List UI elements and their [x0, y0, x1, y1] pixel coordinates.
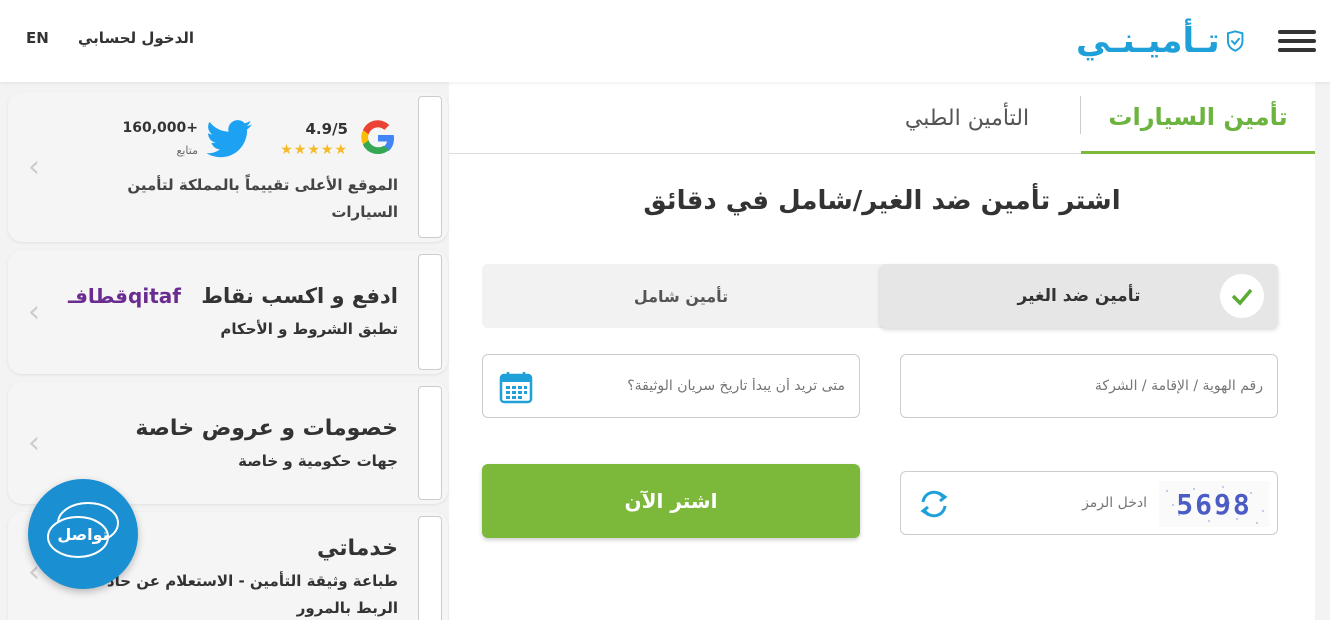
main-panel: تأمين السيارات التأمين الطبي اشتر تأمين …	[449, 82, 1315, 620]
id-number-input[interactable]	[913, 355, 1263, 417]
captcha-field-box: 5698	[900, 471, 1278, 535]
rating-description: الموقع الأعلى تقييماً بالمملكة لتأمين ال…	[127, 176, 398, 221]
card-handle	[418, 516, 442, 620]
chevron-left-icon: ‹	[28, 425, 40, 461]
policy-start-date-input[interactable]	[555, 355, 845, 417]
tab-divider	[1080, 96, 1081, 134]
card-handle	[418, 96, 442, 238]
followers-label: متابع	[176, 144, 198, 157]
chevron-left-icon: ‹	[28, 294, 40, 330]
services-title: خدماتي	[317, 536, 398, 561]
top-header: تـأميـنـي الدخول لحسابي EN	[0, 0, 1330, 82]
star-rating: ★★★★★	[280, 142, 348, 158]
option-comprehensive-label: تأمين شامل	[633, 286, 729, 306]
logo[interactable]: تـأميـنـي	[1076, 14, 1244, 68]
card-handle	[418, 254, 442, 370]
captcha-code: 5698	[1176, 487, 1252, 521]
option-third-party-label: تأمين ضد الغير	[1017, 286, 1141, 306]
captcha-image: 5698	[1159, 481, 1269, 527]
qitaf-title: ادفع و اكسب نقاط	[201, 284, 398, 308]
qitaf-terms: تطبق الشروط و الأحكام	[220, 320, 398, 338]
qitaf-card[interactable]: ‹ ادفع و اكسب نقاط قطافـqitaf تطبق الشرو…	[8, 250, 448, 374]
offers-title: خصومات و عروض خاصة	[135, 416, 398, 441]
tab-medical-insurance[interactable]: التأمين الطبي	[877, 82, 1057, 154]
rating-card[interactable]: ‹ 4.9/5 ★★★★★ 160,000+ متابع الموقع الأع…	[8, 92, 448, 242]
check-icon	[1220, 274, 1264, 318]
shield-check-icon	[1226, 30, 1244, 52]
google-icon	[361, 120, 394, 155]
buy-now-button[interactable]: اشتر الآن	[482, 464, 860, 538]
id-field-box	[900, 354, 1278, 418]
rating-row: 4.9/5 ★★★★★ 160,000+ متابع	[98, 116, 398, 166]
menu-icon[interactable]	[1278, 30, 1316, 56]
contact-chat-button[interactable]: تواصل	[28, 479, 138, 589]
chat-label: تواصل	[57, 525, 109, 544]
calendar-icon[interactable]	[499, 370, 533, 404]
login-link[interactable]: الدخول لحسابي	[78, 29, 194, 47]
option-comprehensive[interactable]: تأمين شامل	[482, 264, 880, 328]
option-third-party[interactable]: تأمين ضد الغير	[880, 264, 1278, 328]
rating-value: 4.9/5	[305, 120, 349, 138]
followers-count: 160,000+	[122, 120, 199, 136]
captcha-input[interactable]	[987, 472, 1147, 534]
language-toggle[interactable]: EN	[26, 29, 49, 47]
chevron-left-icon: ‹	[28, 149, 40, 185]
refresh-icon[interactable]	[917, 487, 951, 521]
twitter-icon	[206, 120, 252, 158]
insurance-tabs: تأمين السيارات التأمين الطبي	[449, 82, 1315, 154]
date-field-box	[482, 354, 860, 418]
page-title: اشتر تأمين ضد الغير/شامل في دقائق	[643, 186, 1121, 216]
qitaf-logo: قطافـqitaf	[68, 284, 181, 308]
insurance-type-switch: تأمين ضد الغير تأمين شامل	[482, 264, 1278, 328]
card-handle	[418, 386, 442, 500]
tab-car-insurance[interactable]: تأمين السيارات	[1081, 82, 1315, 154]
offers-subtitle: جهات حكومية و خاصة	[238, 452, 398, 470]
logo-text: تـأميـنـي	[1076, 21, 1220, 61]
